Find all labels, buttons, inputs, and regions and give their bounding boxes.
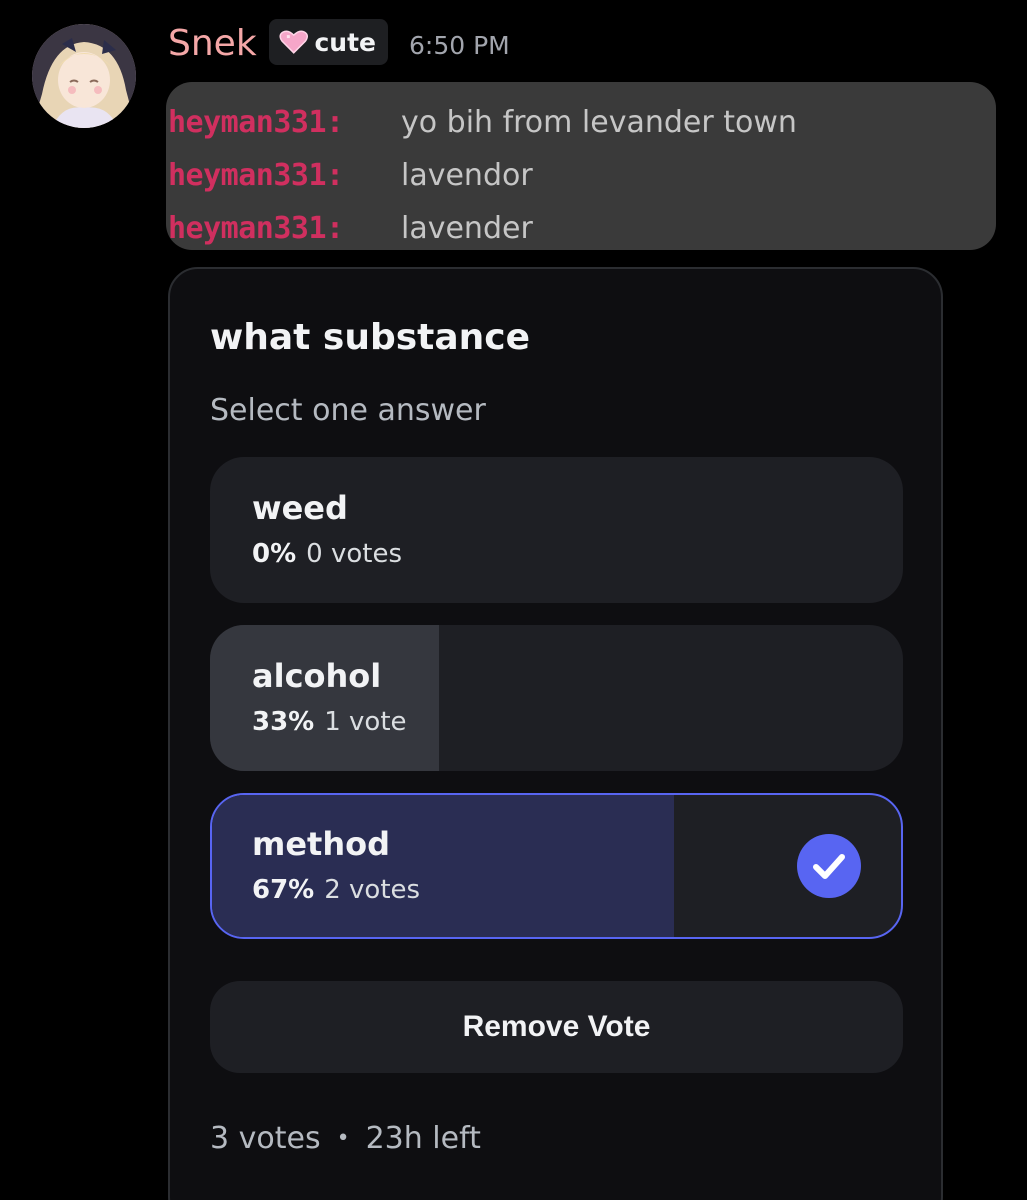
chat-username: heyman331: [168,211,344,246]
poll-option-result-bar [210,625,439,771]
poll-option-votes: 0 votes [306,539,402,569]
poll-option-stats: 67% 2 votes [252,875,420,905]
chat-line: heyman331: yo bih from levander town [166,96,996,149]
poll-instructions: Select one answer [210,393,486,428]
message-timestamp: 6:50 PM [409,31,510,60]
poll-option-percent: 0% [252,539,297,569]
user-tag-label: cute [314,27,376,57]
poll-option-percent: 33% [252,707,315,737]
avatar-image [32,24,136,128]
discord-message: Snek cute 6:50 PM heyman331: yo bih from… [0,0,1027,1200]
avatar[interactable] [32,24,136,128]
poll-option-label: alcohol [252,657,382,695]
poll-option-weed[interactable]: weed 0% 0 votes [210,457,903,603]
poll-time-left: 23h left [365,1121,481,1156]
poll-card: what substance Select one answer weed 0%… [168,267,943,1200]
chat-username: heyman331: [168,105,344,140]
chat-username: heyman331: [168,158,344,193]
poll-footer-separator: • [336,1126,350,1151]
username[interactable]: Snek [168,20,257,68]
chat-text: lavendor [401,158,533,193]
poll-option-votes: 2 votes [324,875,421,905]
poll-option-stats: 33% 1 vote [252,707,407,737]
chat-line: heyman331: lavender [166,202,996,255]
poll-question: what substance [210,317,531,358]
poll-option-stats: 0% 0 votes [252,539,402,569]
chat-text: yo bih from levander town [401,105,797,140]
poll-option-method[interactable]: method 67% 2 votes [210,793,903,939]
poll-option-percent: 67% [252,875,315,905]
poll-option-result-bar [212,795,674,937]
poll-option-label: weed [252,489,348,527]
poll-option-alcohol[interactable]: alcohol 33% 1 vote [210,625,903,771]
chat-text: lavender [401,211,533,246]
poll-option-votes: 1 vote [324,707,407,737]
poll-footer: 3 votes • 23h left [210,1121,481,1156]
user-tag[interactable]: cute [269,19,388,65]
chat-screenshot-embed[interactable]: heyman331: yo bih from levander town hey… [166,82,996,250]
poll-total-votes: 3 votes [210,1121,321,1156]
poll-option-label: method [252,825,391,863]
chat-line: heyman331: lavendor [166,149,996,202]
heart-icon [279,30,308,54]
remove-vote-button[interactable]: Remove Vote [210,981,903,1073]
selected-check-icon [797,834,861,898]
